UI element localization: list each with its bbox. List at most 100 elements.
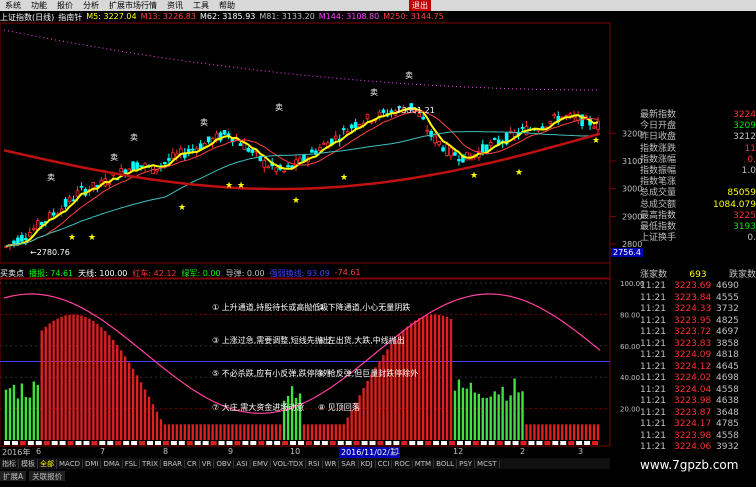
signal-note: ② 下降通道,小心无量阴跌	[318, 303, 411, 312]
buy-star: ★	[292, 196, 300, 206]
candle-body	[322, 142, 326, 145]
indicator-tab[interactable]: WR	[323, 459, 340, 468]
indicator-tab[interactable]: PSY	[457, 459, 476, 468]
trade-t: 11:21	[640, 373, 666, 383]
indicator-tab[interactable]: BRAR	[161, 459, 185, 468]
candle-body	[28, 232, 32, 237]
trade-row: 11:21 3224.17 4785	[640, 419, 756, 431]
signal-strip-cell	[592, 441, 599, 445]
candle-body	[381, 109, 386, 113]
stat-value: 11	[744, 143, 756, 154]
trade-row: 11:21 3223.95 4825	[640, 316, 756, 328]
trade-t: 11:21	[640, 350, 666, 360]
stat-label: 最低指数	[640, 221, 677, 232]
indicator-tab[interactable]: 指标	[0, 458, 19, 469]
candle-body	[20, 235, 24, 242]
candle-body	[449, 147, 453, 157]
trade-p: 3224.06	[674, 442, 712, 452]
indicator-tab[interactable]: KDJ	[359, 459, 376, 468]
candle-body	[119, 168, 124, 173]
signal-strip-cell	[329, 441, 336, 445]
indicator-tab[interactable]: TRIX	[140, 459, 161, 468]
sub-indicator-value-2: 红车: 42.12	[132, 269, 177, 278]
signal-strip-cell	[139, 441, 146, 445]
stat-value: 0.	[747, 233, 756, 244]
candle-body	[457, 159, 461, 162]
indicator-tab[interactable]: DMI	[83, 459, 102, 468]
indicator-tab[interactable]: DMA	[101, 459, 123, 468]
candle-body	[238, 143, 243, 147]
signal-strip-cell	[544, 441, 551, 445]
trade-v: 4638	[716, 396, 739, 406]
candle-body	[365, 113, 370, 120]
trade-p: 3223.72	[674, 327, 712, 337]
candle-body	[333, 135, 338, 140]
trade-t: 11:21	[640, 292, 666, 303]
signal-strip-cell	[250, 441, 257, 445]
tab-related-quote[interactable]: 关联报价	[29, 471, 66, 481]
candle-body	[32, 227, 36, 231]
trade-p: 3223.87	[674, 407, 712, 418]
indicator-tab[interactable]: ASI	[234, 459, 251, 468]
sub-indicator-value-3: 绿军: 0.00	[181, 269, 221, 278]
indicator-tab[interactable]: EMV	[251, 459, 271, 468]
trade-t: 11:21	[640, 315, 666, 326]
tab-extend-a[interactable]: 扩展A	[0, 471, 27, 481]
sub-indicator-value-1: 天线: 100.00	[78, 269, 128, 278]
indicator-tab[interactable]: MCST	[475, 459, 500, 468]
date-tick: 2	[520, 447, 526, 456]
trade-row: 11:21 3224.33 3732	[640, 304, 756, 316]
tick-trades-panel: 涨家数 693 跌家数 11:21 3223.69 4690 11:21 3223.84…	[640, 269, 756, 454]
stat-row: 昨日收盘 3212	[640, 132, 756, 143]
candle-body	[222, 130, 227, 135]
indicator-tab[interactable]: VR	[200, 459, 215, 468]
candle-body	[107, 182, 112, 186]
sell-marker: 卖	[200, 118, 208, 127]
stat-row: 上证换手 0.	[640, 233, 756, 244]
date-tick: 6	[36, 447, 42, 456]
signal-strip-cell	[147, 441, 153, 445]
trade-v: 4555	[716, 292, 739, 303]
candle-body	[75, 190, 80, 197]
buy-star: ★	[515, 168, 523, 178]
signal-strip-cell	[313, 441, 320, 445]
buy-star: ★	[237, 181, 245, 191]
indicator-tab[interactable]: OBV	[214, 459, 235, 468]
candle-body	[250, 149, 255, 153]
signal-strip-cell	[449, 441, 455, 445]
trade-row: 11:21 3223.72 4697	[640, 327, 756, 339]
indicator-tab[interactable]: ROC	[392, 459, 413, 468]
candle-body	[131, 161, 135, 170]
date-tick: 3	[578, 447, 584, 456]
stat-value: 85059	[727, 188, 756, 199]
sub-axis-label: 60.00	[620, 343, 640, 351]
signal-strip-cell	[4, 441, 10, 445]
indicator-tab[interactable]: VOL-TDX	[271, 459, 307, 468]
indicator-tab[interactable]: 全部	[38, 458, 57, 469]
sub-axis-label: 80.00	[620, 311, 640, 319]
signal-strip-cell	[528, 441, 535, 445]
indicator-tab[interactable]: SAR	[339, 459, 359, 468]
indicator-tab[interactable]: RSI	[306, 459, 323, 468]
current-price-box: 2756.4	[611, 248, 643, 257]
indicator-tab[interactable]: BOLL	[434, 459, 458, 468]
sub-indicator-value-0: 播报: 74.61	[29, 269, 74, 278]
candle-body	[421, 116, 425, 120]
indicator-tab[interactable]: MACD	[57, 459, 83, 468]
indicator-tab[interactable]: FSL	[123, 459, 140, 468]
trade-t: 11:21	[640, 327, 666, 337]
stat-label: 指数振幅	[640, 165, 677, 176]
indicator-tab[interactable]: CCI	[376, 459, 393, 468]
candle-body	[266, 166, 271, 169]
indicator-tab[interactable]: MTM	[413, 459, 435, 468]
indicator-tab[interactable]: CR	[185, 459, 200, 468]
signal-strip-cell	[210, 441, 217, 445]
trade-v: 4697	[716, 327, 739, 337]
buy-star: ★	[592, 136, 600, 146]
signal-strip-cell	[162, 441, 169, 445]
sub-indicator-value-4: 导弹: 0.00	[225, 269, 265, 278]
stat-label: 上证换手	[640, 233, 677, 244]
date-axis: 2016年 2016/11/02/三 6 7 8 9 10 11 12 2 3	[0, 447, 610, 458]
candle-body	[167, 158, 171, 161]
indicator-tab[interactable]: 模板	[19, 458, 38, 469]
